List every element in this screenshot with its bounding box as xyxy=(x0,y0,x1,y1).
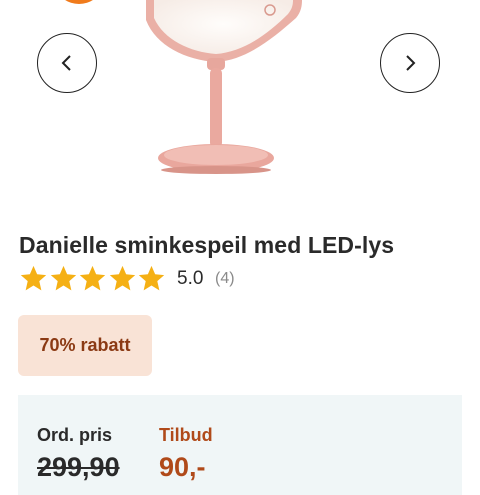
discount-badge: 70% rabatt xyxy=(18,315,152,376)
carousel-prev-button[interactable] xyxy=(37,33,97,93)
ordinary-price-label: Ord. pris xyxy=(37,425,113,445)
star-icon xyxy=(79,265,106,291)
product-image xyxy=(96,0,376,190)
corner-badge xyxy=(58,0,100,4)
star-icon xyxy=(20,265,47,291)
rating-stars xyxy=(19,264,167,293)
chevron-left-icon xyxy=(61,55,71,71)
ordinary-price: 299,90 xyxy=(37,452,120,482)
review-count-link[interactable]: (4) xyxy=(215,270,235,288)
product-title: Danielle sminkespeil med LED-lys xyxy=(19,232,395,258)
carousel-next-button[interactable] xyxy=(380,33,440,93)
offer-price: 90,- xyxy=(159,452,206,482)
discount-label: 70% rabatt xyxy=(39,335,131,355)
star-icon xyxy=(109,265,135,291)
chevron-right-icon xyxy=(406,55,416,71)
rating-value: 5.0 xyxy=(177,268,204,289)
offer-price-label: Tilbud xyxy=(159,425,213,445)
star-icon xyxy=(138,265,165,291)
star-icon xyxy=(50,265,76,291)
